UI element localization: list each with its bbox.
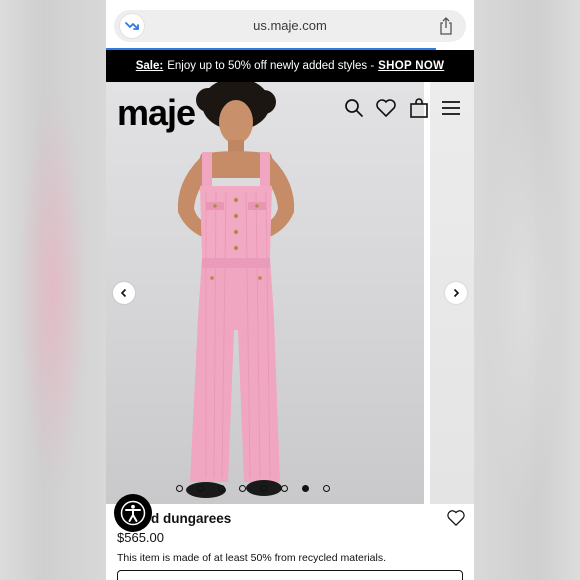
shop-now-link[interactable]: SHOP NOW [378,60,444,72]
select-size-button[interactable] [117,570,463,580]
share-icon[interactable] [438,17,454,35]
chevron-right-icon [453,288,460,298]
product-name: d dungarees [151,511,232,526]
accessibility-icon [120,500,146,526]
menu-icon[interactable] [441,98,461,118]
background-left [0,0,106,580]
recycled-note: This item is made of at least 50% from r… [117,552,387,564]
sale-label: Sale: [135,60,164,72]
maje-logo[interactable]: maje [117,92,196,134]
search-icon[interactable] [344,98,364,118]
add-to-wishlist-heart-icon[interactable] [446,509,466,527]
address-bar[interactable]: us.maje.com [114,10,466,42]
url-text: us.maje.com [253,18,327,33]
pagination-dot[interactable] [176,485,183,492]
heart-icon[interactable] [375,98,397,118]
product-photo [106,82,424,504]
sale-banner[interactable]: Sale: Enjoy up to 50% off newly added st… [106,50,474,82]
pagination-dot[interactable] [260,485,267,492]
gallery-pagination [176,485,330,492]
pagination-dot[interactable] [323,485,330,492]
phone-screen: us.maje.com Sale: Enjoy up to 50% off ne… [106,0,474,580]
pagination-dot[interactable] [302,485,309,492]
pagination-dot[interactable] [218,485,225,492]
pagination-dot[interactable] [281,485,288,492]
pagination-dot[interactable] [197,485,204,492]
bag-icon[interactable] [409,98,429,118]
pagination-dot[interactable] [239,485,246,492]
accessibility-button[interactable] [114,494,152,532]
next-image-button[interactable] [445,282,467,304]
chevron-left-icon [120,288,127,298]
background-right [474,0,580,580]
product-price: $565.00 [117,530,164,545]
product-gallery[interactable]: maje [106,82,474,504]
previous-image-button[interactable] [113,282,135,304]
sale-message: Enjoy up to 50% off newly added styles - [167,60,375,72]
model-illustration [177,82,295,498]
